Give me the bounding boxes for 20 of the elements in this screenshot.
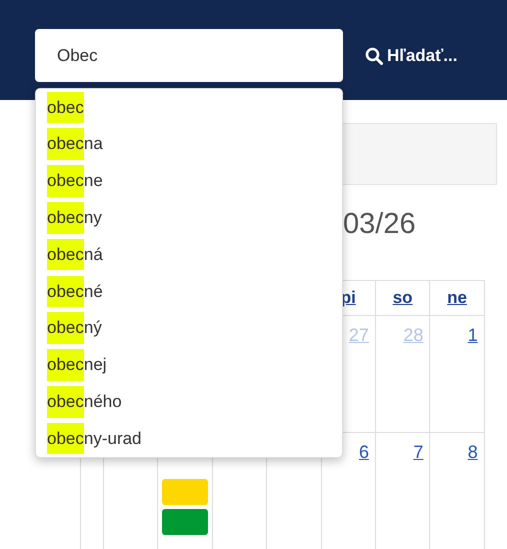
search-icon (365, 46, 383, 64)
calendar-event[interactable] (162, 509, 208, 535)
day-number-link[interactable]: 7 (413, 442, 424, 462)
day-number-link[interactable]: 6 (358, 442, 369, 462)
calendar-event[interactable] (162, 479, 208, 505)
day-number-link[interactable]: 8 (468, 442, 478, 462)
suggestion-item[interactable]: obecného (36, 383, 342, 420)
suggestion-item[interactable]: obecná (36, 236, 342, 273)
suggestion-item[interactable]: obecna (36, 126, 342, 163)
suggestion-item[interactable]: obecny (36, 199, 342, 236)
suggestion-item[interactable]: obec (36, 89, 342, 126)
day-number-link[interactable]: 1 (468, 325, 478, 345)
suggestion-item[interactable]: obecnej (36, 346, 342, 384)
search-button[interactable]: Hľadať... (365, 29, 458, 82)
suggestion-item[interactable]: obecny-urad (36, 420, 342, 457)
suggestion-item[interactable]: obecne (36, 162, 342, 200)
suggestion-item[interactable]: obecné (36, 272, 342, 310)
search-field[interactable]: Obec (35, 29, 343, 82)
calendar-title: 03/26 (343, 208, 416, 240)
suggestion-item[interactable]: obecný (36, 310, 342, 347)
